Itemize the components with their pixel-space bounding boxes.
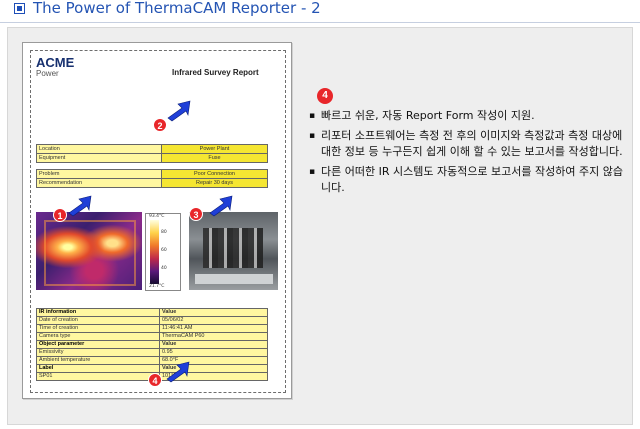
- table-row: Location Power Plant: [36, 144, 268, 154]
- table-cell-label: Time of creation: [36, 324, 160, 333]
- table-row: Date of creation 05/06/02: [36, 316, 268, 325]
- problem-table: Problem Poor Connection Recommendation R…: [36, 169, 268, 188]
- table-cell-value: ThermaCAM P60: [159, 332, 268, 341]
- scale-color-bar: [150, 220, 159, 284]
- table-cell-label: Object parameter: [36, 340, 160, 349]
- table-cell-value: 0.95: [159, 348, 268, 357]
- visual-photo: [189, 212, 278, 290]
- list-item: 리포터 소프트웨어는 측정 전 후의 이미지와 측정값과 측정 대상에 대한 정…: [309, 128, 629, 160]
- callout-badge: 1: [53, 208, 67, 222]
- pointer-arrow-icon: [167, 100, 191, 122]
- acme-logo: ACME Power: [36, 55, 75, 78]
- page-title: The Power of ThermaCAM Reporter - 2: [33, 0, 321, 17]
- list-item: 빠르고 쉬운, 자동 Report Form 작성이 지원.: [309, 108, 629, 124]
- thermal-image: [36, 212, 142, 290]
- logo-sub-text: Power: [36, 69, 59, 78]
- table-row: Ambient temperature 68.0°F: [36, 356, 268, 365]
- table-row: Object parameter Value: [36, 340, 268, 349]
- table-row: Recommendation Repair 30 days: [36, 178, 268, 188]
- table-cell-value: Poor Connection: [161, 169, 268, 179]
- table-row: Equipment Fuse: [36, 153, 268, 163]
- square-bullet-icon: [14, 3, 25, 14]
- table-cell-label: Problem: [36, 169, 162, 179]
- callout-badge: 3: [189, 207, 203, 221]
- table-row: Camera type ThermaCAM P60: [36, 332, 268, 341]
- table-cell-value: 11:46:41 AM: [159, 324, 268, 333]
- table-cell-label: Ambient temperature: [36, 356, 160, 365]
- callout-badge: 2: [153, 118, 167, 132]
- table-row: Time of creation 11:46:41 AM: [36, 324, 268, 333]
- table-cell-value: Power Plant: [161, 144, 268, 154]
- pointer-arrow-icon: [209, 195, 233, 217]
- summary-table: Location Power Plant Equipment Fuse: [36, 144, 268, 163]
- temperature-scale: 93.4°C 80 60 40 21.7°C: [145, 213, 181, 291]
- table-cell-label: Location: [36, 144, 162, 154]
- scale-min-label: 21.7°C: [149, 284, 165, 289]
- table-row: Label Value: [36, 364, 268, 373]
- pointer-arrow-icon: [68, 195, 92, 217]
- table-cell-value: Repair 30 days: [161, 178, 268, 188]
- feature-list: 빠르고 쉬운, 자동 Report Form 작성이 지원. 리포터 소프트웨어…: [309, 108, 629, 200]
- table-row: Emissivity 0.95: [36, 348, 268, 357]
- report-preview: ACME Power Infrared Survey Report Locati…: [22, 42, 292, 399]
- table-cell-label: SP01: [36, 372, 160, 381]
- table-cell-value: Fuse: [161, 153, 268, 163]
- list-item: 다른 어떠한 IR 시스템도 자동적으로 보고서를 작성하여 주지 않습니다.: [309, 164, 629, 196]
- report-title: Infrared Survey Report: [172, 68, 259, 77]
- table-cell-value: Value: [159, 340, 268, 349]
- scale-tick-label: 80: [161, 230, 167, 235]
- table-row: IR information Value: [36, 308, 268, 317]
- page-header: The Power of ThermaCAM Reporter - 2: [0, 0, 640, 20]
- ir-info-table: IR information Value Date of creation 05/0…: [36, 308, 268, 381]
- table-cell-label: Camera type: [36, 332, 160, 341]
- table-cell-label: Date of creation: [36, 316, 160, 325]
- section-badge: 4: [317, 88, 333, 104]
- header-divider: [0, 22, 640, 23]
- table-cell-label: IR information: [36, 308, 160, 317]
- table-cell-label: Label: [36, 364, 160, 373]
- table-cell-value: Value: [159, 308, 268, 317]
- logo-main-text: ACME: [36, 55, 75, 70]
- table-row: Problem Poor Connection: [36, 169, 268, 179]
- table-cell-label: Emissivity: [36, 348, 160, 357]
- table-cell-label: Equipment: [36, 153, 162, 163]
- callout-badge: 4: [148, 373, 162, 387]
- scale-max-label: 93.4°C: [149, 214, 165, 219]
- table-cell-value: 05/06/02: [159, 316, 268, 325]
- table-cell-label: Recommendation: [36, 178, 162, 188]
- scale-tick-label: 60: [161, 248, 167, 253]
- scale-tick-label: 40: [161, 266, 167, 271]
- pointer-arrow-icon: [166, 361, 190, 383]
